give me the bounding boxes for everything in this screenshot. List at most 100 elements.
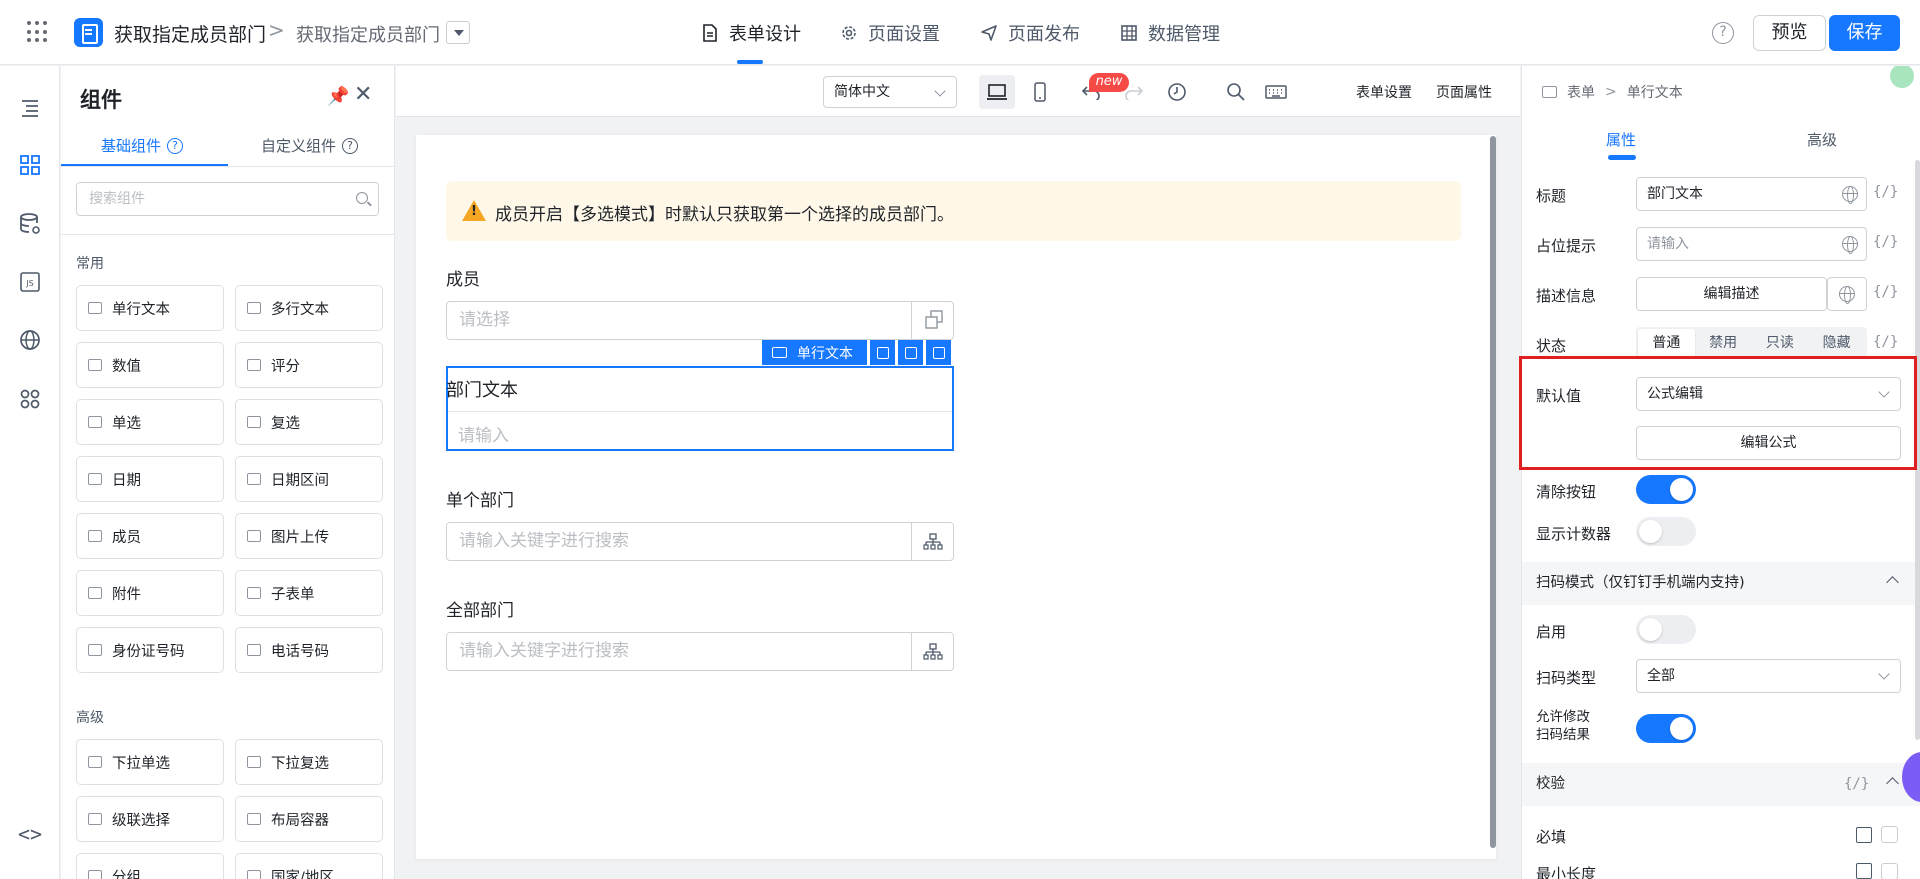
validation-section-header[interactable]: 校验 {/} — [1522, 763, 1920, 806]
save-button[interactable]: 保存 — [1829, 15, 1900, 51]
component-item[interactable]: 下拉复选 — [235, 739, 383, 785]
field-label-department-text[interactable]: 部门文本 — [446, 376, 518, 402]
state-normal[interactable]: 普通 — [1638, 329, 1695, 357]
member-addon[interactable] — [911, 302, 953, 339]
clear-button-toggle[interactable] — [1636, 475, 1696, 504]
component-item[interactable]: 多行文本 — [235, 285, 383, 331]
help-icon[interactable]: ? — [1712, 22, 1734, 44]
code-toggle-icon[interactable]: <> — [18, 822, 42, 846]
component-item[interactable]: 级联选择 — [76, 796, 224, 842]
state-readonly[interactable]: 只读 — [1752, 329, 1809, 357]
description-variable-button[interactable]: {/} — [1873, 284, 1898, 300]
app-grid-icon[interactable] — [27, 21, 49, 43]
allow-edit-toggle[interactable] — [1636, 714, 1696, 743]
datasource-icon[interactable] — [18, 212, 42, 236]
selected-field-frame[interactable] — [446, 366, 954, 451]
edit-icon[interactable] — [1856, 827, 1872, 843]
component-item[interactable]: 数值 — [76, 342, 224, 388]
description-i18n-button[interactable] — [1827, 277, 1867, 311]
component-item[interactable]: 日期区间 — [235, 456, 383, 502]
component-item[interactable]: 附件 — [76, 570, 224, 616]
globe-icon[interactable] — [1842, 236, 1858, 254]
component-item[interactable]: 单选 — [76, 399, 224, 445]
org-picker-button[interactable] — [911, 523, 953, 560]
field-label-member[interactable]: 成员 — [446, 265, 480, 290]
apps-icon[interactable] — [18, 387, 42, 411]
js-icon[interactable]: JS — [18, 270, 42, 294]
state-hidden[interactable]: 隐藏 — [1808, 329, 1865, 357]
page-switch-dropdown[interactable] — [446, 21, 470, 44]
component-item[interactable]: 电话号码 — [235, 627, 383, 673]
copy-field-button[interactable] — [898, 340, 923, 365]
state-disabled[interactable]: 禁用 — [1695, 329, 1752, 357]
component-item[interactable]: 日期 — [76, 456, 224, 502]
member-select[interactable]: 请选择 — [446, 301, 954, 340]
add-field-button[interactable] — [870, 340, 895, 365]
language-select[interactable]: 简体中文 — [823, 76, 957, 108]
component-item[interactable]: 复选 — [235, 399, 383, 445]
default-value-mode-select[interactable]: 公式编辑 — [1636, 377, 1901, 411]
field-label-single-department[interactable]: 单个部门 — [446, 486, 514, 511]
component-item[interactable]: 单行文本 — [76, 285, 224, 331]
property-panel-scrollbar[interactable] — [1915, 160, 1920, 740]
component-item[interactable]: 下拉单选 — [76, 739, 224, 785]
desktop-view-button[interactable] — [979, 75, 1015, 109]
edit-description-button[interactable]: 编辑描述 — [1636, 277, 1827, 311]
component-item[interactable]: 子表单 — [235, 570, 383, 616]
avatar[interactable] — [1890, 66, 1914, 88]
tab-basic-components[interactable]: 基础组件 ? — [101, 135, 184, 156]
title-variable-button[interactable]: {/} — [1873, 184, 1898, 200]
outline-icon[interactable] — [18, 96, 42, 120]
placeholder-input[interactable]: 请输入 — [1636, 227, 1867, 261]
single-department-input[interactable]: 请输入关键字进行搜索 — [446, 522, 954, 561]
page-properties-button[interactable]: 页面属性 — [1436, 82, 1492, 102]
required-checkbox[interactable] — [1881, 826, 1898, 843]
scan-enable-toggle[interactable] — [1636, 615, 1696, 644]
pin-icon[interactable]: 📌 — [327, 86, 349, 107]
field-label-all-departments[interactable]: 全部部门 — [446, 596, 514, 621]
mobile-view-button[interactable] — [1022, 75, 1058, 109]
component-search-input[interactable]: 搜索组件 — [76, 182, 379, 216]
state-variable-button[interactable]: {/} — [1873, 334, 1898, 350]
globe-icon[interactable] — [1842, 186, 1858, 204]
component-item[interactable]: 图片上传 — [235, 513, 383, 559]
scan-type-select[interactable]: 全部 — [1636, 659, 1901, 693]
close-icon[interactable]: ✕ — [354, 82, 372, 107]
history-button[interactable] — [1159, 75, 1195, 109]
show-counter-toggle[interactable] — [1636, 517, 1696, 546]
globe-icon[interactable] — [18, 328, 42, 352]
placeholder-variable-button[interactable]: {/} — [1873, 234, 1898, 250]
component-item[interactable]: 身份证号码 — [76, 627, 224, 673]
tab-page-publish[interactable]: 页面发布 — [980, 20, 1080, 46]
department-text-placeholder[interactable]: 请输入 — [458, 421, 509, 446]
min-length-checkbox[interactable] — [1881, 863, 1898, 879]
delete-field-button[interactable] — [926, 340, 951, 365]
breadcrumb-page[interactable]: 获取指定成员部门 — [296, 21, 440, 47]
component-item[interactable]: 国家/地区 — [235, 853, 383, 879]
component-item[interactable]: 布局容器 — [235, 796, 383, 842]
search-button[interactable] — [1218, 75, 1254, 109]
tab-form-design[interactable]: 表单设计 — [701, 20, 801, 46]
tab-page-settings[interactable]: 页面设置 — [840, 20, 940, 46]
form-settings-button[interactable]: 表单设置 — [1356, 82, 1412, 102]
all-departments-input[interactable]: 请输入关键字进行搜索 — [446, 632, 954, 671]
validation-variable-button[interactable]: {/} — [1844, 763, 1869, 806]
component-item[interactable]: 分组 — [76, 853, 224, 879]
help-icon[interactable]: ? — [342, 137, 359, 154]
edit-icon[interactable] — [1856, 863, 1872, 879]
tab-custom-components[interactable]: 自定义组件 ? — [261, 135, 359, 156]
preview-button[interactable]: 预览 — [1753, 15, 1826, 51]
components-icon[interactable] — [18, 153, 42, 177]
shortcut-button[interactable] — [1258, 75, 1294, 109]
breadcrumb-form[interactable]: 表单 — [1567, 82, 1595, 102]
alert-banner[interactable]: 成员开启【多选模式】时默认只获取第一个选择的成员部门。 — [446, 181, 1461, 241]
tab-properties[interactable]: 属性 — [1606, 129, 1636, 150]
help-icon[interactable]: ? — [167, 137, 184, 154]
tab-data-management[interactable]: 数据管理 — [1120, 20, 1220, 46]
component-item[interactable]: 成员 — [76, 513, 224, 559]
canvas-scrollbar[interactable] — [1490, 136, 1496, 848]
scan-mode-section-header[interactable]: 扫码模式（仅钉钉手机端内支持) — [1522, 562, 1920, 605]
component-item[interactable]: 评分 — [235, 342, 383, 388]
org-picker-button[interactable] — [911, 633, 953, 670]
app-title[interactable]: 获取指定成员部门 — [114, 20, 266, 47]
